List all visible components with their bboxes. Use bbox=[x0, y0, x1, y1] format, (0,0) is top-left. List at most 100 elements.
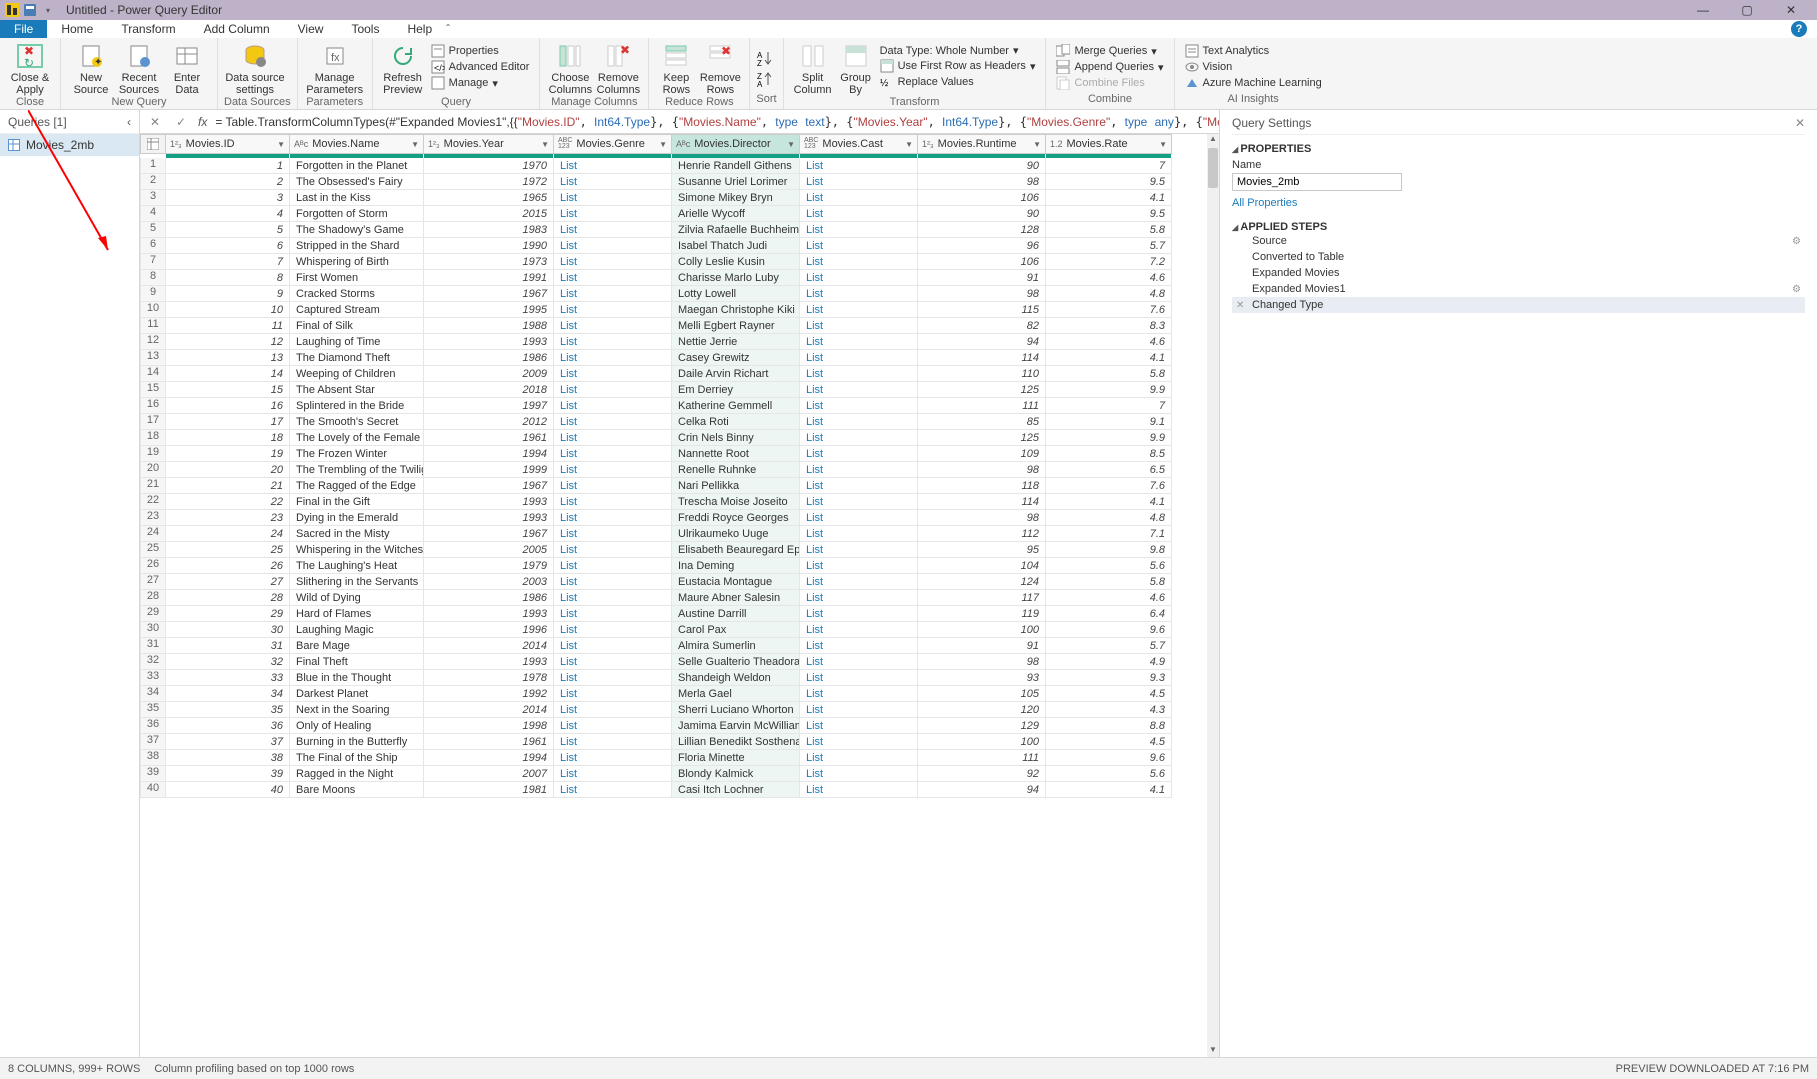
cell-name[interactable]: The Diamond Theft bbox=[290, 350, 424, 366]
cell-name[interactable]: Burning in the Butterfly bbox=[290, 734, 424, 750]
column-header-cast[interactable]: ABC 123Movies.Cast▼ bbox=[800, 134, 918, 154]
cell-director[interactable]: Selle Gualterio Theadora bbox=[672, 654, 800, 670]
cell-id[interactable]: 39 bbox=[166, 766, 290, 782]
cell-genre[interactable]: List bbox=[554, 718, 672, 734]
append-queries-button[interactable]: Append Queries ▾ bbox=[1052, 60, 1167, 74]
cell-director[interactable]: Maegan Christophe Kiki bbox=[672, 302, 800, 318]
help-icon[interactable]: ? bbox=[1791, 21, 1807, 37]
table-row[interactable]: 2020The Trembling of the Twilight1999Lis… bbox=[140, 462, 1180, 478]
cell-director[interactable]: Elisabeth Beauregard Eph bbox=[672, 542, 800, 558]
cell-director[interactable]: Celka Roti bbox=[672, 414, 800, 430]
cell-rate[interactable]: 9.9 bbox=[1046, 430, 1172, 446]
cell-genre[interactable]: List bbox=[554, 574, 672, 590]
cell-cast[interactable]: List bbox=[800, 590, 918, 606]
cell-year[interactable]: 1981 bbox=[424, 782, 554, 798]
cell-rate[interactable]: 5.6 bbox=[1046, 558, 1172, 574]
cell-rate[interactable]: 4.5 bbox=[1046, 686, 1172, 702]
cell-id[interactable]: 38 bbox=[166, 750, 290, 766]
cell-year[interactable]: 1993 bbox=[424, 606, 554, 622]
cell-name[interactable]: Laughing of Time bbox=[290, 334, 424, 350]
cell-genre[interactable]: List bbox=[554, 686, 672, 702]
cell-name[interactable]: Sacred in the Misty bbox=[290, 526, 424, 542]
table-row[interactable]: 3535Next in the Soaring2014ListSherri Lu… bbox=[140, 702, 1180, 718]
cell-runtime[interactable]: 105 bbox=[918, 686, 1046, 702]
cell-genre[interactable]: List bbox=[554, 462, 672, 478]
tab-home[interactable]: Home bbox=[47, 20, 107, 38]
cell-rate[interactable]: 7.6 bbox=[1046, 302, 1172, 318]
cell-genre[interactable]: List bbox=[554, 254, 672, 270]
cell-cast[interactable]: List bbox=[800, 638, 918, 654]
cell-rate[interactable]: 9.3 bbox=[1046, 670, 1172, 686]
cell-id[interactable]: 9 bbox=[166, 286, 290, 302]
cell-name[interactable]: Only of Healing bbox=[290, 718, 424, 734]
cell-genre[interactable]: List bbox=[554, 654, 672, 670]
table-row[interactable]: 2828Wild of Dying1986ListMaure Abner Sal… bbox=[140, 590, 1180, 606]
cell-name[interactable]: Blue in the Thought bbox=[290, 670, 424, 686]
column-header-runtime[interactable]: 1²₃Movies.Runtime▼ bbox=[918, 134, 1046, 154]
cell-director[interactable]: Nari Pellikka bbox=[672, 478, 800, 494]
text-analytics-button[interactable]: Text Analytics bbox=[1181, 44, 1326, 58]
cell-director[interactable]: Merla Gael bbox=[672, 686, 800, 702]
cell-id[interactable]: 37 bbox=[166, 734, 290, 750]
cell-name[interactable]: The Laughing's Heat bbox=[290, 558, 424, 574]
cell-rate[interactable]: 7.1 bbox=[1046, 526, 1172, 542]
cell-name[interactable]: Captured Stream bbox=[290, 302, 424, 318]
cell-name[interactable]: First Women bbox=[290, 270, 424, 286]
cell-year[interactable]: 2014 bbox=[424, 702, 554, 718]
table-row[interactable]: 2222Final in the Gift1993ListTrescha Moi… bbox=[140, 494, 1180, 510]
cell-cast[interactable]: List bbox=[800, 782, 918, 798]
cell-runtime[interactable]: 115 bbox=[918, 302, 1046, 318]
keep-rows-button[interactable]: Keep Rows bbox=[655, 40, 697, 96]
cell-id[interactable]: 11 bbox=[166, 318, 290, 334]
cell-name[interactable]: Hard of Flames bbox=[290, 606, 424, 622]
cell-runtime[interactable]: 82 bbox=[918, 318, 1046, 334]
table-row[interactable]: 2121The Ragged of the Edge1967ListNari P… bbox=[140, 478, 1180, 494]
cell-genre[interactable]: List bbox=[554, 414, 672, 430]
cell-director[interactable]: Austine Darrill bbox=[672, 606, 800, 622]
cell-year[interactable]: 1979 bbox=[424, 558, 554, 574]
tab-file[interactable]: File bbox=[0, 20, 47, 38]
cell-genre[interactable]: List bbox=[554, 670, 672, 686]
cell-genre[interactable]: List bbox=[554, 590, 672, 606]
dropdown-icon[interactable]: ▼ bbox=[905, 140, 913, 149]
cell-cast[interactable]: List bbox=[800, 398, 918, 414]
cell-id[interactable]: 22 bbox=[166, 494, 290, 510]
cell-year[interactable]: 1996 bbox=[424, 622, 554, 638]
cell-runtime[interactable]: 100 bbox=[918, 622, 1046, 638]
cell-director[interactable]: Sherri Luciano Whorton bbox=[672, 702, 800, 718]
cell-year[interactable]: 2014 bbox=[424, 638, 554, 654]
step-expanded1[interactable]: Expanded Movies1⚙ bbox=[1232, 281, 1805, 297]
cell-year[interactable]: 1999 bbox=[424, 462, 554, 478]
cell-cast[interactable]: List bbox=[800, 270, 918, 286]
cell-name[interactable]: The Final of the Ship bbox=[290, 750, 424, 766]
save-icon[interactable] bbox=[22, 2, 38, 18]
column-header-year[interactable]: 1²₃Movies.Year▼ bbox=[424, 134, 554, 154]
cell-id[interactable]: 23 bbox=[166, 510, 290, 526]
cell-runtime[interactable]: 118 bbox=[918, 478, 1046, 494]
cell-director[interactable]: Casey Grewitz bbox=[672, 350, 800, 366]
cell-runtime[interactable]: 94 bbox=[918, 334, 1046, 350]
cell-genre[interactable]: List bbox=[554, 158, 672, 174]
cell-director[interactable]: Isabel Thatch Judi bbox=[672, 238, 800, 254]
cell-id[interactable]: 29 bbox=[166, 606, 290, 622]
cell-name[interactable]: Bare Moons bbox=[290, 782, 424, 798]
cell-runtime[interactable]: 109 bbox=[918, 446, 1046, 462]
table-row[interactable]: 1010Captured Stream1995ListMaegan Christ… bbox=[140, 302, 1180, 318]
table-row[interactable]: 99Cracked Storms1967ListLotty LowellList… bbox=[140, 286, 1180, 302]
cell-year[interactable]: 1961 bbox=[424, 430, 554, 446]
cell-genre[interactable]: List bbox=[554, 270, 672, 286]
cell-name[interactable]: Laughing Magic bbox=[290, 622, 424, 638]
cell-rate[interactable]: 9.5 bbox=[1046, 206, 1172, 222]
cell-cast[interactable]: List bbox=[800, 318, 918, 334]
cell-id[interactable]: 19 bbox=[166, 446, 290, 462]
properties-button[interactable]: Properties bbox=[427, 44, 534, 58]
cell-runtime[interactable]: 93 bbox=[918, 670, 1046, 686]
cell-year[interactable]: 2003 bbox=[424, 574, 554, 590]
cell-id[interactable]: 28 bbox=[166, 590, 290, 606]
table-row[interactable]: 3636Only of Healing1998ListJamima Earvin… bbox=[140, 718, 1180, 734]
table-row[interactable]: 33Last in the Kiss1965ListSimone Mikey B… bbox=[140, 190, 1180, 206]
select-all-corner[interactable] bbox=[140, 134, 166, 154]
cell-name[interactable]: Final in the Gift bbox=[290, 494, 424, 510]
cell-name[interactable]: Forgotten in the Planet bbox=[290, 158, 424, 174]
cell-runtime[interactable]: 119 bbox=[918, 606, 1046, 622]
